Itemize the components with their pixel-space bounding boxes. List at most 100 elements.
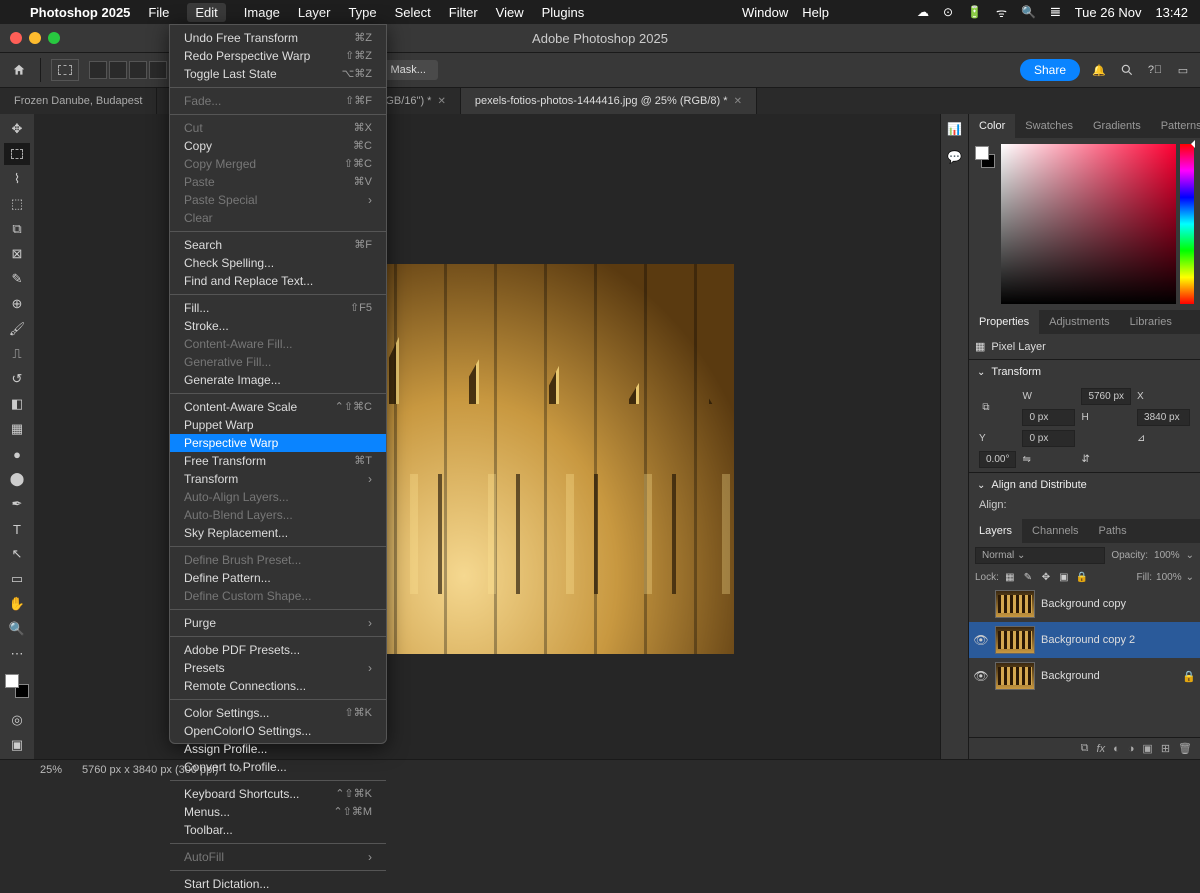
menu-item[interactable]: Assign Profile... xyxy=(170,740,386,758)
menu-view[interactable]: View xyxy=(496,5,524,20)
width-input[interactable]: 5760 px xyxy=(1081,388,1131,405)
pen-tool[interactable]: ✒ xyxy=(4,493,30,515)
delete-layer-icon[interactable]: 🗑 xyxy=(1178,742,1192,755)
marquee-tool[interactable] xyxy=(4,143,30,165)
menu-item[interactable]: Stroke... xyxy=(170,317,386,335)
blend-mode-select[interactable]: Normal ⌄ xyxy=(975,547,1105,564)
align-header[interactable]: Align and Distribute xyxy=(969,473,1200,497)
link-wh-icon[interactable]: ⧉ xyxy=(979,391,993,423)
zoom-level[interactable]: 25% xyxy=(40,764,62,776)
menu-item[interactable]: Perspective Warp xyxy=(170,434,386,452)
tool-preset[interactable] xyxy=(51,59,79,81)
app-name[interactable]: Photoshop 2025 xyxy=(30,5,130,20)
layer-row[interactable]: Background copy xyxy=(969,586,1200,622)
dodge-tool[interactable]: ⬤ xyxy=(4,468,30,490)
close-tab-icon[interactable]: ✕ xyxy=(437,96,445,107)
visibility-icon[interactable]: 👁 xyxy=(973,633,989,647)
menu-item[interactable]: Search⌘F xyxy=(170,236,386,254)
help-icon[interactable]: ?⃝ xyxy=(1146,61,1164,79)
color-fgbg[interactable] xyxy=(975,144,997,304)
histogram-icon[interactable]: 📊 xyxy=(946,120,964,138)
menu-item[interactable]: Free Transform⌘T xyxy=(170,452,386,470)
lasso-tool[interactable]: ⌇ xyxy=(4,168,30,190)
quickmask-tool[interactable]: ◎ xyxy=(4,709,30,731)
stamp-tool[interactable]: ⎍ xyxy=(4,343,30,365)
selection-tool[interactable]: ⬚ xyxy=(4,193,30,215)
gradient-tool[interactable]: ▦ xyxy=(4,418,30,440)
search-icon[interactable] xyxy=(1118,61,1136,79)
comments-icon[interactable]: 💬 xyxy=(946,148,964,166)
home-icon[interactable] xyxy=(8,59,30,81)
menu-item[interactable]: Generate Image... xyxy=(170,371,386,389)
menu-item[interactable]: Content-Aware Scale⌃⇧⌘C xyxy=(170,398,386,416)
spotlight-icon[interactable]: 🔍 xyxy=(1021,5,1036,19)
fill-value[interactable]: 100% xyxy=(1156,572,1182,583)
menu-item[interactable]: OpenColorIO Settings... xyxy=(170,722,386,740)
menu-help[interactable]: Help xyxy=(802,5,829,20)
layer-thumbnail[interactable] xyxy=(995,626,1035,654)
cloud-icon[interactable]: ☁ xyxy=(917,5,929,19)
menu-layer[interactable]: Layer xyxy=(298,5,331,20)
menu-item[interactable]: Puppet Warp xyxy=(170,416,386,434)
battery-icon[interactable]: 🔋 xyxy=(967,5,982,19)
close-window[interactable] xyxy=(10,32,22,44)
menu-item[interactable]: Redo Perspective Warp⇧⌘Z xyxy=(170,47,386,65)
menu-item[interactable]: Presets xyxy=(170,659,386,677)
menu-select[interactable]: Select xyxy=(395,5,431,20)
menu-item[interactable]: Sky Replacement... xyxy=(170,524,386,542)
record-icon[interactable]: ⊙ xyxy=(943,5,953,19)
tab-adjustments[interactable]: Adjustments xyxy=(1039,310,1120,334)
saturation-picker[interactable] xyxy=(1001,144,1176,304)
x-input[interactable]: 0 px xyxy=(1022,409,1075,426)
menu-item[interactable]: Undo Free Transform⌘Z xyxy=(170,29,386,47)
visibility-icon[interactable]: 👁 xyxy=(973,669,989,683)
menu-item[interactable]: Check Spelling... xyxy=(170,254,386,272)
adjustment-icon[interactable]: ◑ xyxy=(1128,743,1135,755)
path-tool[interactable]: ↖ xyxy=(4,543,30,565)
selection-subtract[interactable] xyxy=(129,61,147,79)
tab-properties[interactable]: Properties xyxy=(969,310,1039,334)
menu-edit[interactable]: Edit xyxy=(187,3,225,22)
layer-thumbnail[interactable] xyxy=(995,662,1035,690)
tab-layers[interactable]: Layers xyxy=(969,519,1022,543)
menu-window[interactable]: Window xyxy=(742,5,788,20)
tab-libraries[interactable]: Libraries xyxy=(1120,310,1182,334)
selection-add[interactable] xyxy=(109,61,127,79)
hue-slider[interactable] xyxy=(1180,144,1194,304)
zoom-tool[interactable]: 🔍 xyxy=(4,618,30,640)
new-layer-icon[interactable]: ⊞ xyxy=(1161,742,1170,755)
selection-intersect[interactable] xyxy=(149,61,167,79)
layer-row[interactable]: 👁Background🔒 xyxy=(969,658,1200,694)
menu-filter[interactable]: Filter xyxy=(449,5,478,20)
y-input[interactable]: 0 px xyxy=(1022,430,1075,447)
share-button[interactable]: Share xyxy=(1020,59,1080,81)
control-center-icon[interactable]: 𝌆 xyxy=(1050,5,1061,19)
menu-item[interactable]: Copy⌘C xyxy=(170,137,386,155)
lock-all-icon[interactable]: 🔒 xyxy=(1075,570,1089,584)
group-icon[interactable]: ▣ xyxy=(1142,742,1152,755)
menu-item[interactable]: Toggle Last State⌥⌘Z xyxy=(170,65,386,83)
eraser-tool[interactable]: ◧ xyxy=(4,393,30,415)
menu-file[interactable]: File xyxy=(148,5,169,20)
menu-item[interactable]: Toolbar... xyxy=(170,821,386,839)
screenmode-tool[interactable]: ▣ xyxy=(4,734,30,756)
lock-position-icon[interactable]: ✎ xyxy=(1021,570,1035,584)
frame-tool[interactable]: ⊠ xyxy=(4,243,30,265)
selection-new[interactable] xyxy=(89,61,107,79)
more-tools[interactable]: ⋯ xyxy=(4,643,30,665)
minimize-window[interactable] xyxy=(29,32,41,44)
opacity-value[interactable]: 100% xyxy=(1154,550,1180,561)
fx-icon[interactable]: fx xyxy=(1097,743,1106,755)
tab-paths[interactable]: Paths xyxy=(1089,519,1137,543)
menubar-time[interactable]: 13:42 xyxy=(1155,5,1188,20)
fgbg-swatch[interactable] xyxy=(5,674,29,698)
tab-channels[interactable]: Channels xyxy=(1022,519,1088,543)
menu-item[interactable]: Color Settings...⇧⌘K xyxy=(170,704,386,722)
tab-color[interactable]: Color xyxy=(969,114,1015,138)
lock-pixels-icon[interactable]: ▦ xyxy=(1003,570,1017,584)
angle-input[interactable]: 0.00° xyxy=(979,451,1016,468)
lock-move-icon[interactable]: ✥ xyxy=(1039,570,1053,584)
crop-tool[interactable]: ⧉ xyxy=(4,218,30,240)
menu-image[interactable]: Image xyxy=(244,5,280,20)
menu-item[interactable]: Convert to Profile... xyxy=(170,758,386,776)
